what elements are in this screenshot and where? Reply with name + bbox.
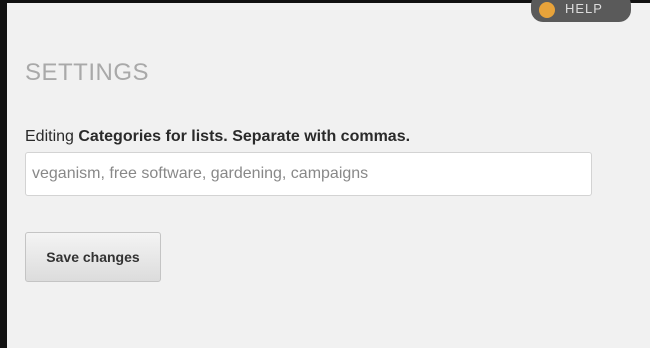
settings-panel: HELP SETTINGS Editing Categories for lis… <box>0 0 650 348</box>
help-icon <box>539 2 555 18</box>
field-name: Categories for lists. Separate with comm… <box>78 128 411 145</box>
categories-input[interactable] <box>25 152 592 196</box>
save-changes-button[interactable]: Save changes <box>25 232 161 282</box>
page-title: SETTINGS <box>25 59 150 86</box>
help-label: HELP <box>565 1 603 16</box>
editing-prefix: Editing <box>25 128 74 145</box>
help-button[interactable]: HELP <box>531 0 631 22</box>
field-label: Editing Categories for lists. Separate w… <box>25 128 410 146</box>
